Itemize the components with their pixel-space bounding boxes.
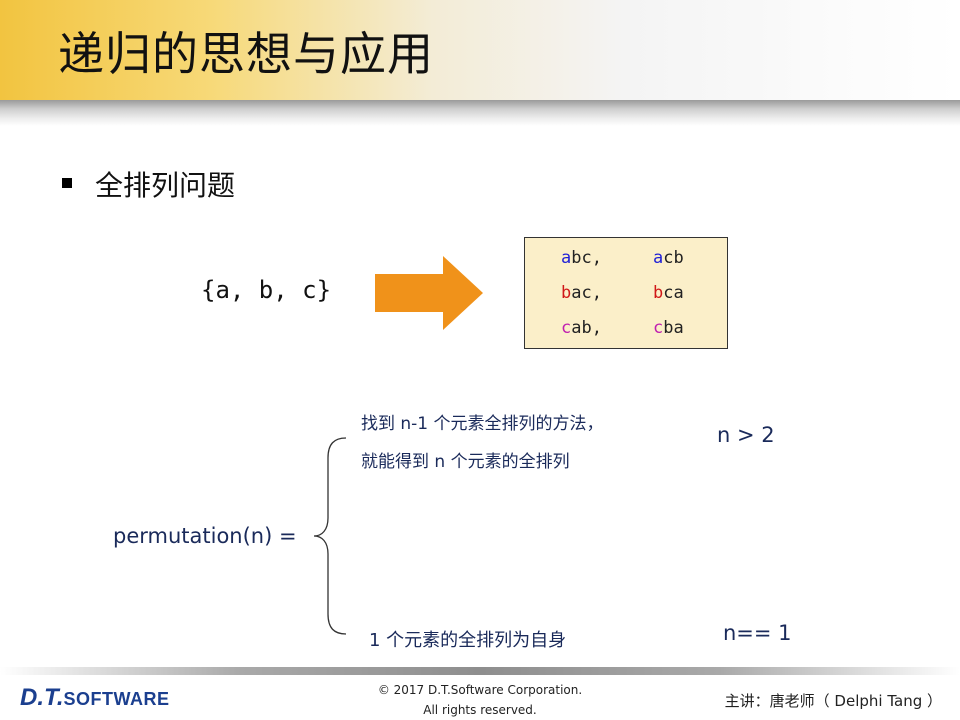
case2-condition: n== 1 bbox=[723, 621, 792, 645]
permutation-item: acb bbox=[653, 248, 684, 268]
bullet-text: 全排列问题 bbox=[95, 169, 236, 202]
perm-first-letter: c bbox=[653, 318, 664, 338]
bullet-square-icon bbox=[62, 178, 72, 188]
permutation-item: cab, bbox=[561, 318, 602, 338]
permutation-box: abc, acb bac, bca cab, cba bbox=[524, 237, 728, 349]
case1-text-line1: 找到 n-1 个元素全排列的方法， bbox=[361, 414, 604, 434]
perm-first-letter: b bbox=[561, 283, 572, 303]
perm-first-letter: a bbox=[561, 248, 572, 268]
perm-first-letter: b bbox=[653, 283, 664, 303]
permutation-item: bac, bbox=[561, 283, 602, 303]
arrow-shape bbox=[375, 256, 483, 330]
perm-rest: ac, bbox=[571, 283, 602, 303]
permutation-item: bca bbox=[653, 283, 684, 303]
title-shadow bbox=[0, 100, 960, 126]
logo-dt-text: D.T. bbox=[20, 684, 64, 711]
left-brace-icon bbox=[313, 437, 347, 635]
dt-software-logo: D.T.SOFTWARE bbox=[20, 684, 170, 712]
copyright-line2: All rights reserved. bbox=[423, 703, 537, 717]
copyright-line1: © 2017 D.T.Software Corporation. bbox=[377, 683, 583, 697]
logo-software-text: SOFTWARE bbox=[63, 689, 170, 709]
perm-rest: ba bbox=[663, 318, 684, 338]
slide-title: 递归的思想与应用 bbox=[58, 27, 434, 81]
right-arrow-icon bbox=[375, 256, 483, 330]
perm-rest: ca bbox=[663, 283, 684, 303]
perm-rest: ab, bbox=[571, 318, 602, 338]
input-set: {a, b, c} bbox=[201, 276, 332, 304]
perm-first-letter: a bbox=[653, 248, 664, 268]
permutation-item: abc, bbox=[561, 248, 602, 268]
slide: 递归的思想与应用 全排列问题 {a, b, c} abc, acb bac, b… bbox=[0, 0, 960, 720]
perm-rest: bc, bbox=[571, 248, 602, 268]
case1-condition: n > 2 bbox=[717, 423, 775, 447]
formula-lhs: permutation(n) = bbox=[113, 524, 297, 548]
brace-path bbox=[313, 437, 347, 635]
copyright: © 2017 D.T.Software Corporation. All rig… bbox=[330, 680, 630, 720]
case1-text-line2: 就能得到 n 个元素的全排列 bbox=[361, 452, 570, 472]
perm-rest: cb bbox=[663, 248, 684, 268]
case2-text: 1 个元素的全排列为自身 bbox=[369, 630, 567, 651]
permutation-item: cba bbox=[653, 318, 684, 338]
footer-divider bbox=[0, 667, 960, 675]
perm-first-letter: c bbox=[561, 318, 572, 338]
presenter-credit: 主讲：唐老师（ Delphi Tang ） bbox=[724, 692, 942, 710]
